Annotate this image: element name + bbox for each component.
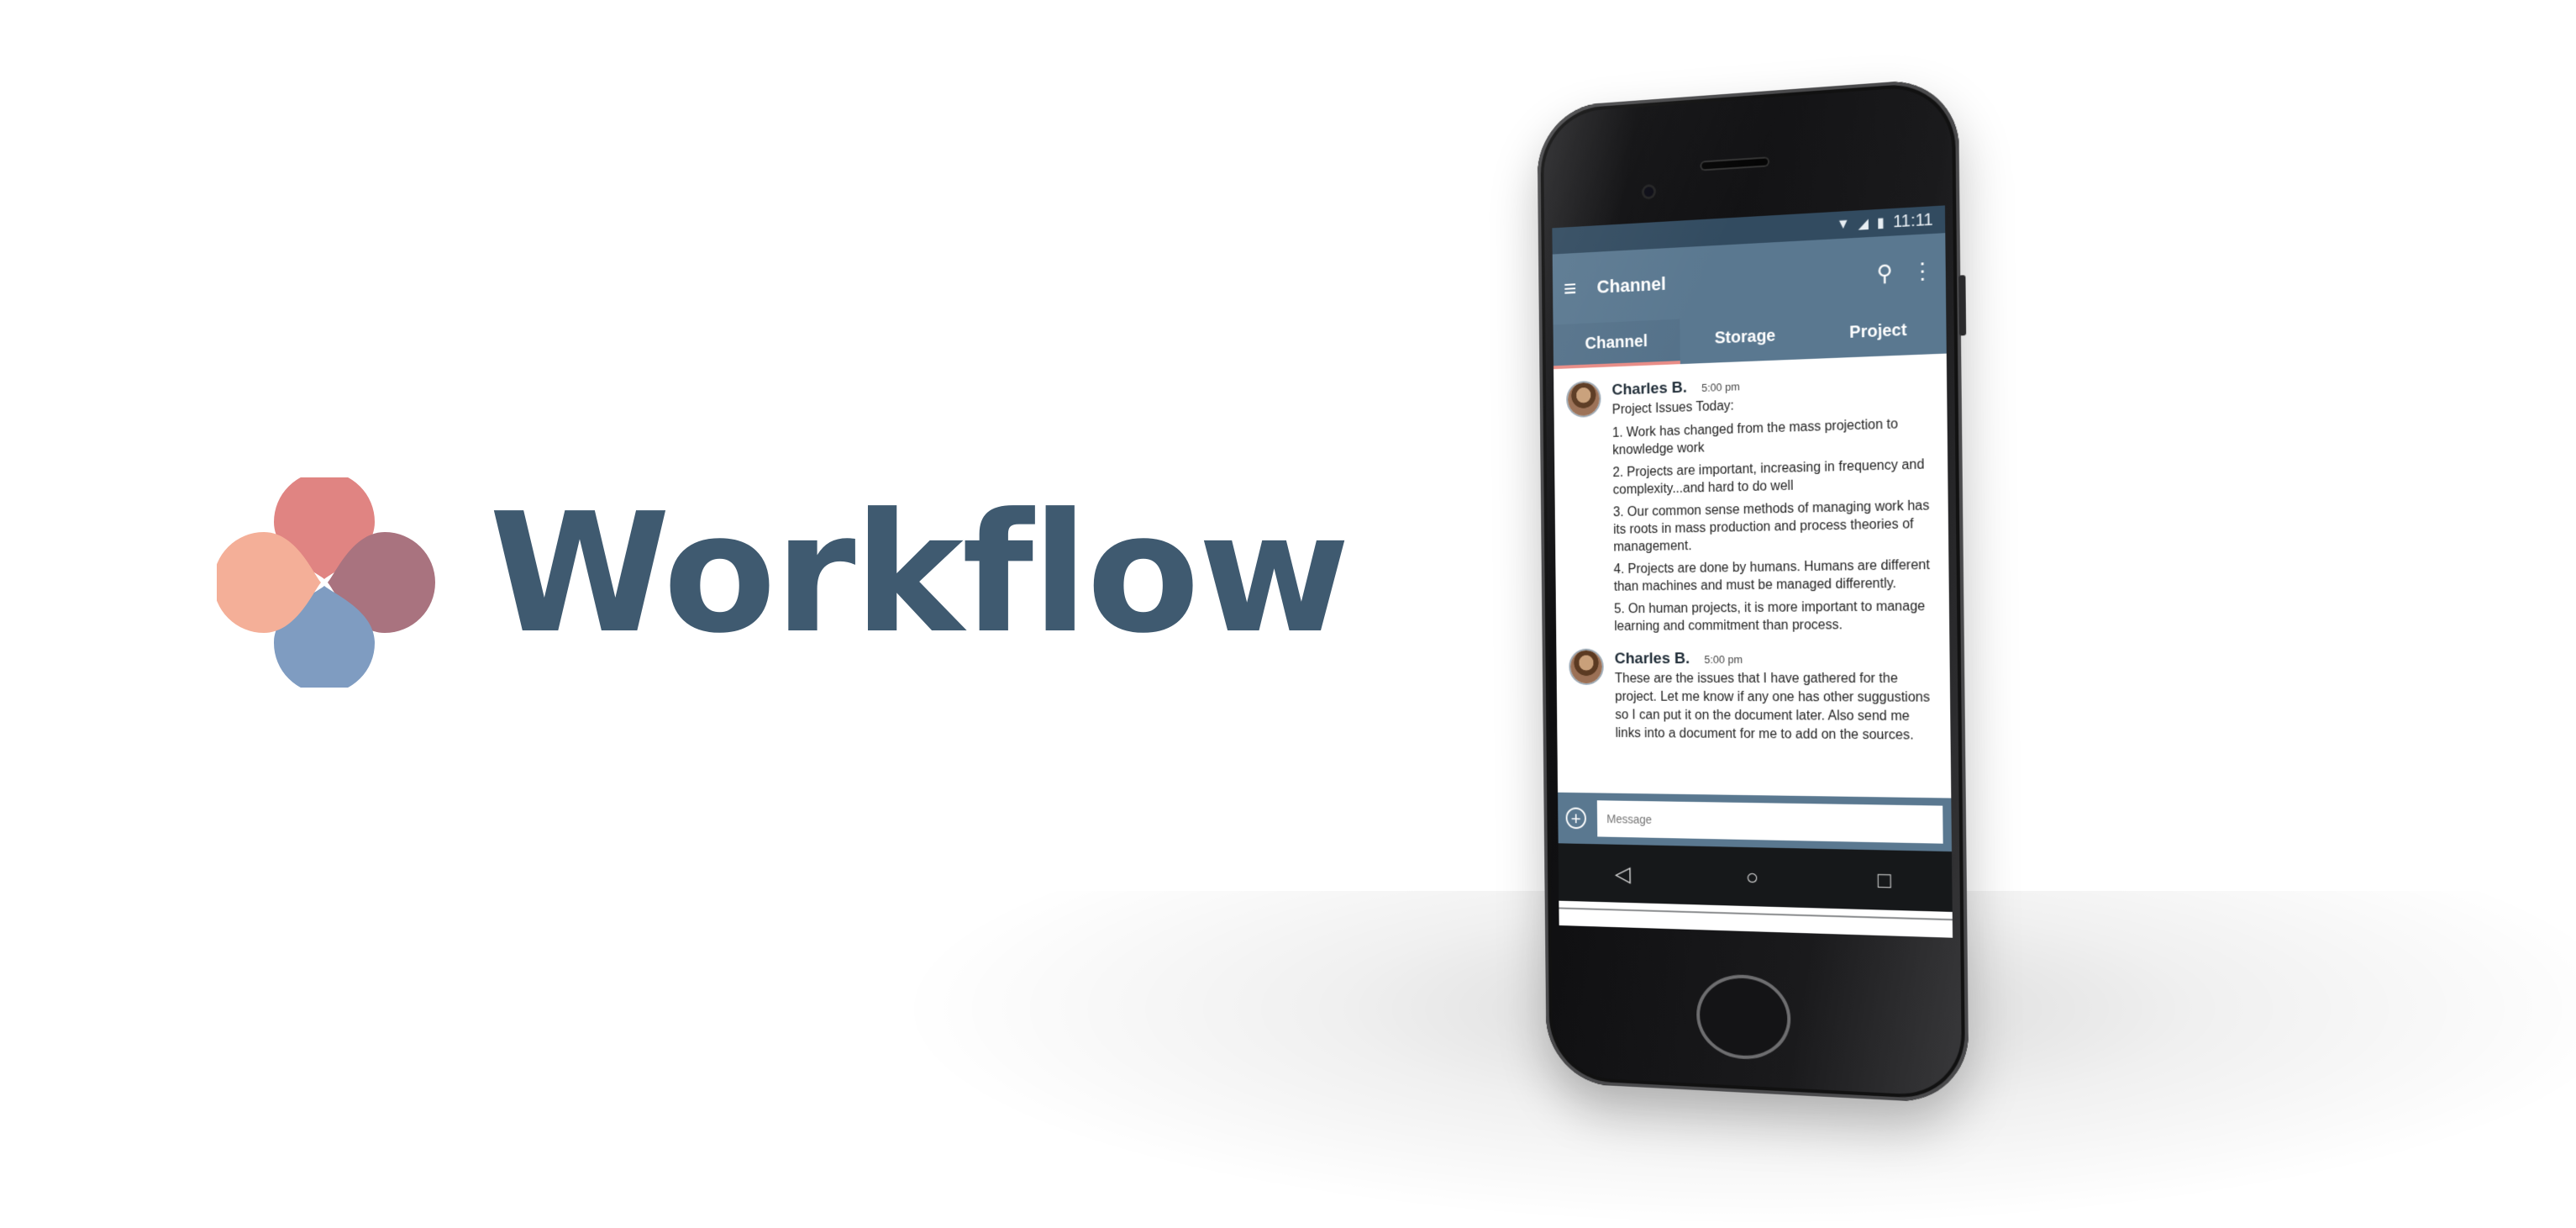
tab-project[interactable]: Project bbox=[1811, 307, 1947, 359]
message-time: 5:00 pm bbox=[1701, 380, 1740, 394]
menu-icon[interactable]: ≡ bbox=[1564, 275, 1577, 302]
battery-icon: ▮ bbox=[1876, 215, 1885, 231]
power-button bbox=[1958, 275, 1967, 336]
message-body: Charles B. 5:00 pm Project Issues Today:… bbox=[1611, 370, 1933, 635]
message-item: Charles B. 5:00 pm These are the issues … bbox=[1570, 649, 1935, 746]
message-author: Charles B. bbox=[1614, 650, 1690, 668]
message-item: Charles B. 5:00 pm Project Issues Today:… bbox=[1567, 370, 1934, 635]
avatar[interactable] bbox=[1570, 650, 1602, 683]
android-nav-bar: ◁ ○ □ bbox=[1558, 843, 1953, 912]
message-list-item: 3. Our common sense methods of managing … bbox=[1612, 498, 1930, 555]
message-list: Charles B. 5:00 pm Project Issues Today:… bbox=[1553, 354, 1951, 746]
message-list-item: 1. Work has changed from the mass projec… bbox=[1611, 417, 1899, 458]
home-icon[interactable]: ○ bbox=[1746, 863, 1759, 889]
search-icon[interactable]: ⚲ bbox=[1876, 260, 1893, 287]
add-circle-icon[interactable]: + bbox=[1565, 807, 1587, 830]
app-bar-actions: ⚲ ⋮ bbox=[1876, 257, 1933, 287]
brand-name: Workflow bbox=[489, 478, 1350, 670]
avatar[interactable] bbox=[1567, 382, 1600, 417]
workflow-logo-icon bbox=[217, 477, 435, 688]
status-time: 11:11 bbox=[1892, 209, 1933, 231]
message-list-item: 2. Projects are important, increasing in… bbox=[1612, 457, 1925, 498]
wifi-icon: ▼ bbox=[1836, 217, 1850, 233]
app-bar-title: Channel bbox=[1596, 272, 1666, 298]
message-composer: + bbox=[1558, 792, 1952, 852]
message-author: Charles B. bbox=[1611, 378, 1687, 399]
message-list-item: 4. Projects are done by humans. Humans a… bbox=[1613, 557, 1930, 594]
message-time: 5:00 pm bbox=[1704, 653, 1743, 667]
recents-icon[interactable]: □ bbox=[1878, 867, 1891, 893]
message-text: These are the issues that I have gathere… bbox=[1614, 671, 1931, 743]
more-vert-icon[interactable]: ⋮ bbox=[1911, 257, 1934, 285]
back-icon[interactable]: ◁ bbox=[1615, 861, 1631, 887]
signal-icon: ◢ bbox=[1858, 216, 1869, 232]
message-input[interactable] bbox=[1596, 800, 1943, 844]
tab-storage[interactable]: Storage bbox=[1680, 314, 1811, 365]
tab-channel[interactable]: Channel bbox=[1553, 319, 1680, 370]
phone-screen: ▼ ◢ ▮ 11:11 ≡ Channel ⚲ ⋮ Channel Storag… bbox=[1552, 205, 1953, 938]
message-list-item: 5. On human projects, it is more importa… bbox=[1614, 598, 1926, 634]
phone-mockup: ▼ ◢ ▮ 11:11 ≡ Channel ⚲ ⋮ Channel Storag… bbox=[1537, 76, 1969, 1104]
message-body: Charles B. 5:00 pm These are the issues … bbox=[1615, 649, 1936, 746]
